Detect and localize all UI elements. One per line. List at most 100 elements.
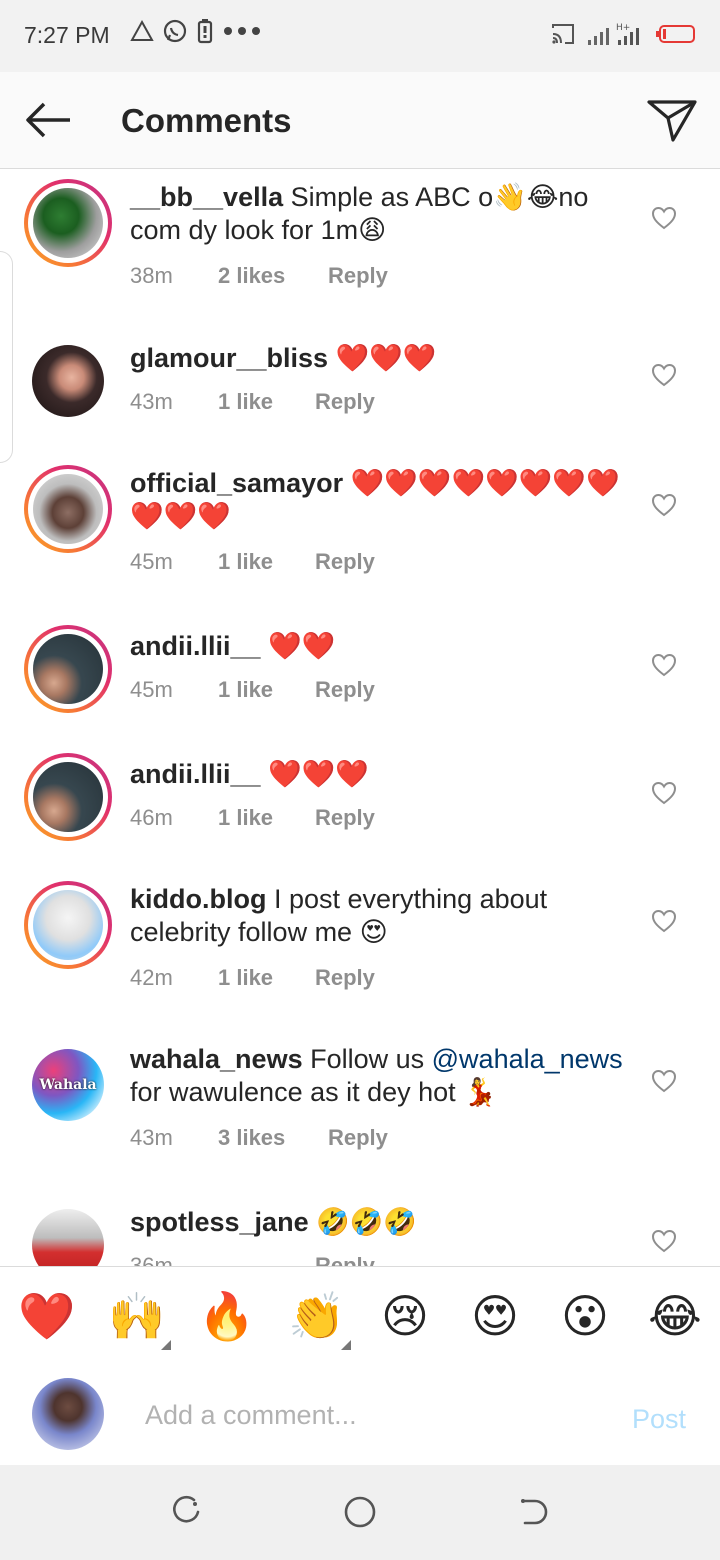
post-button[interactable]: Post — [632, 1404, 686, 1435]
reply-button[interactable]: Reply — [315, 965, 375, 991]
reply-button[interactable]: Reply — [315, 389, 375, 415]
comment-time: 42m — [130, 965, 173, 990]
comment-time: 43m — [130, 1125, 173, 1150]
reply-button[interactable]: Reply — [315, 805, 375, 831]
reply-button[interactable]: Reply — [315, 1253, 375, 1266]
avatar[interactable] — [24, 337, 112, 425]
heart-outline-icon[interactable] — [651, 1068, 677, 1094]
comment-likes[interactable] — [218, 1253, 315, 1266]
skin-tone-indicator — [161, 1340, 171, 1350]
comment-username[interactable]: wahala_news — [130, 1044, 303, 1074]
heart-outline-icon[interactable] — [651, 492, 677, 518]
avatar[interactable] — [24, 625, 112, 713]
avatar[interactable] — [24, 465, 112, 553]
comment-username[interactable]: official_samayor — [130, 468, 343, 498]
comment-likes[interactable]: 2 likes — [218, 263, 328, 289]
whatsapp-icon — [163, 19, 187, 43]
comment-username[interactable]: glamour__bliss — [130, 343, 328, 373]
heart-outline-icon[interactable] — [651, 908, 677, 934]
comment-likes[interactable]: 3 likes — [218, 1125, 328, 1151]
comment-time: 45m — [130, 549, 173, 574]
comment-time: 38m — [130, 263, 173, 288]
avatar[interactable] — [24, 1201, 112, 1266]
comment-likes[interactable]: 1 like — [218, 389, 315, 415]
reaction-fire[interactable]: 🔥 — [198, 1289, 255, 1343]
comment-text: kiddo.blog I post everything about celeb… — [130, 883, 625, 949]
app-header: Comments — [0, 72, 720, 169]
avatar[interactable] — [24, 753, 112, 841]
home-circle-icon[interactable] — [343, 1495, 377, 1529]
arrow-left-icon — [26, 102, 70, 138]
reaction-heart-eyes[interactable]: 😍 — [468, 1289, 522, 1343]
comment-text: __bb__vella Simple as ABC o👋😂no com dy l… — [130, 181, 625, 247]
status-time: 7:27 PM — [24, 22, 110, 48]
comment-text: official_samayor ❤️❤️❤️❤️❤️❤️❤️❤️❤️❤️❤️ — [130, 467, 625, 533]
reaction-laughing[interactable]: 😂 — [648, 1289, 702, 1343]
comment-list[interactable]: __bb__vella Simple as ABC o👋😂no com dy l… — [0, 169, 720, 1266]
comment-username[interactable]: kiddo.blog — [130, 884, 266, 914]
heart-outline-icon[interactable] — [651, 1228, 677, 1254]
alert-icon — [130, 19, 154, 41]
reaction-raising-hands[interactable]: 🙌 — [108, 1289, 165, 1343]
comment-body-cont: for wawulence as it dey hot 💃 — [130, 1077, 497, 1107]
comment-likes[interactable]: 1 like — [218, 677, 315, 703]
system-nav-bar — [0, 1465, 720, 1560]
comment-composer: Add a comment... Post — [0, 1364, 720, 1464]
reply-button[interactable]: Reply — [328, 1125, 388, 1151]
comment-input[interactable]: Add a comment... — [145, 1400, 357, 1431]
reaction-heart[interactable]: ❤️ — [18, 1289, 75, 1343]
comment-meta: 45m 1 like Reply — [130, 677, 375, 703]
comment-username[interactable]: __bb__vella — [130, 182, 283, 212]
comment-time: 43m — [130, 389, 173, 414]
back-nav-icon[interactable] — [517, 1495, 551, 1529]
comment-likes[interactable]: 1 like — [218, 805, 315, 831]
comment-time: 45m — [130, 677, 173, 702]
comment-username[interactable]: spotless_jane — [130, 1207, 309, 1237]
comment-meta: 42m 1 like Reply — [130, 965, 375, 991]
comment-meta: 43m 1 like Reply — [130, 389, 375, 415]
comment-meta: 43m 3 likes Reply — [130, 1125, 388, 1151]
reaction-surprised[interactable]: 😮 — [558, 1289, 612, 1343]
comment-time: 46m — [130, 805, 173, 830]
comment-likes[interactable]: 1 like — [218, 965, 315, 991]
comment-username[interactable]: andii.llii__ — [130, 631, 261, 661]
comment-text: spotless_jane 🤣🤣🤣 — [130, 1206, 625, 1239]
status-notification-icons — [130, 18, 262, 44]
share-button[interactable] — [646, 96, 698, 144]
comment-body: ❤️❤️ — [260, 631, 336, 661]
heart-outline-icon[interactable] — [651, 362, 677, 388]
heart-outline-icon[interactable] — [651, 780, 677, 806]
cast-icon — [552, 24, 574, 44]
battery-saver-icon — [197, 19, 213, 44]
avatar[interactable] — [24, 179, 112, 267]
reaction-crying[interactable]: 😢 — [378, 1289, 432, 1343]
comment-meta: 46m 1 like Reply — [130, 805, 375, 831]
avatar-logo-text: Wahala — [39, 1077, 97, 1093]
skin-tone-indicator — [341, 1340, 351, 1350]
reply-button[interactable]: Reply — [315, 549, 375, 575]
comment-body: ❤️❤️❤️ — [328, 343, 437, 373]
page-title: Comments — [121, 102, 292, 139]
comment-meta: 36m Reply — [130, 1253, 375, 1266]
status-bar: 7:27 PM H+ — [0, 0, 720, 72]
comment-username[interactable]: andii.llii__ — [130, 759, 261, 789]
svg-text:H+: H+ — [616, 23, 630, 33]
signal-icon: H+ — [588, 23, 639, 45]
quick-reaction-bar: ❤️ 🙌 🔥 👏 😢 😍 😮 😂 — [0, 1266, 720, 1365]
heart-outline-icon[interactable] — [651, 652, 677, 678]
status-system-icons: H+ — [550, 20, 696, 48]
avatar[interactable] — [24, 881, 112, 969]
comment-meta: 38m 2 likes Reply — [130, 263, 388, 289]
reaction-clapping[interactable]: 👏 — [288, 1289, 345, 1343]
reply-button[interactable]: Reply — [328, 263, 388, 289]
comment-likes[interactable]: 1 like — [218, 549, 315, 575]
avatar[interactable]: Wahala — [24, 1041, 112, 1129]
recents-icon[interactable] — [169, 1495, 203, 1529]
heart-outline-icon[interactable] — [651, 205, 677, 231]
comment-text: andii.llii__ ❤️❤️❤️ — [130, 758, 625, 791]
more-dots-icon — [224, 27, 260, 35]
back-button[interactable] — [20, 98, 76, 142]
reply-button[interactable]: Reply — [315, 677, 375, 703]
mention-link[interactable]: @wahala_news — [432, 1044, 623, 1074]
comment-time: 36m — [130, 1253, 173, 1266]
